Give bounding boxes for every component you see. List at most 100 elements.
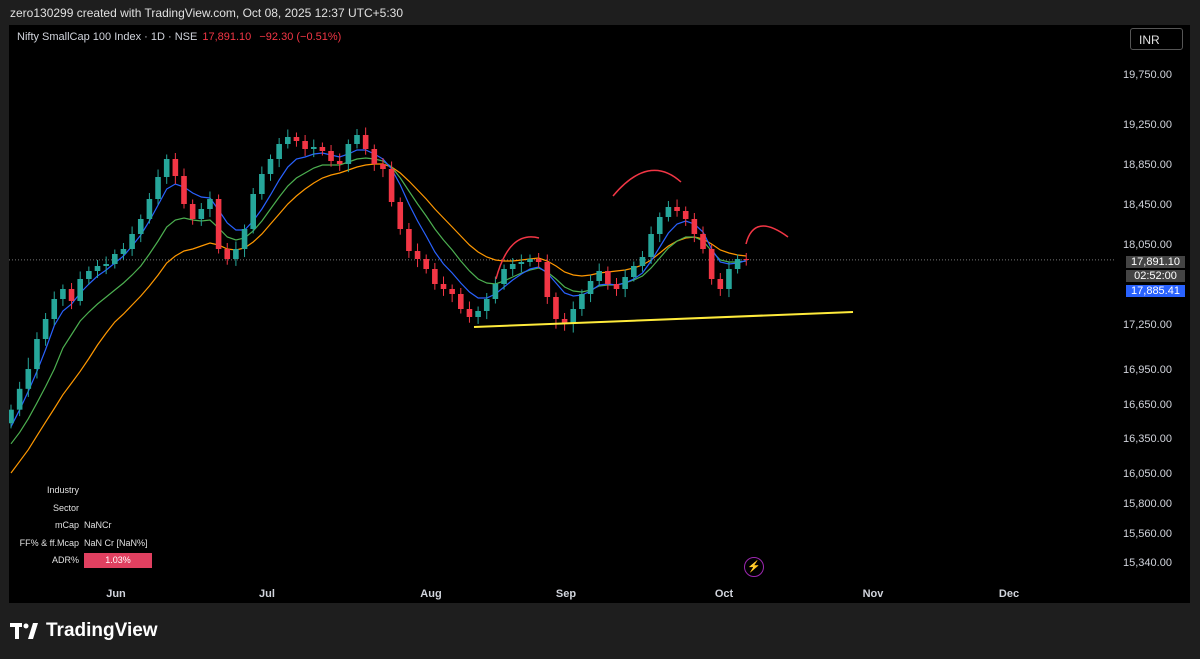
price-tick-label: 15,560.00 xyxy=(1123,528,1172,540)
candle-body xyxy=(440,284,447,289)
candle-body xyxy=(553,297,559,319)
candle-body xyxy=(466,309,473,317)
candle-body xyxy=(605,271,611,284)
price-tick-label: 17,250.00 xyxy=(1123,319,1172,331)
last-price-tag: 17,891.10 xyxy=(1126,256,1185,268)
candle-body xyxy=(354,135,360,144)
tradingview-logo-icon xyxy=(10,623,38,639)
candle-body xyxy=(449,289,455,294)
candle-body xyxy=(492,284,499,299)
candle-body xyxy=(34,339,40,369)
ff-value: NaN Cr [NaN%] xyxy=(84,538,148,548)
ma-lines xyxy=(10,149,747,474)
candle-body xyxy=(42,319,49,339)
candle-body xyxy=(596,271,602,281)
price-tick-label: 18,050.00 xyxy=(1123,239,1172,251)
price-tick-label: 15,800.00 xyxy=(1123,498,1172,510)
adr-value: 1.03% xyxy=(84,553,152,568)
candle-body xyxy=(172,159,179,176)
arc-annotation[interactable] xyxy=(612,169,682,197)
candle-body xyxy=(570,309,577,324)
price-tick-label: 19,750.00 xyxy=(1123,69,1172,81)
candle-body xyxy=(215,199,222,249)
candle-body xyxy=(25,369,32,389)
candle-body xyxy=(198,209,205,219)
candle-body xyxy=(233,249,239,259)
candle-body xyxy=(302,141,308,149)
candle-body xyxy=(103,264,109,266)
price-tick-label: 19,250.00 xyxy=(1123,119,1172,131)
candle-body xyxy=(155,177,161,199)
mcap-label: mCap xyxy=(54,520,79,530)
candle-body xyxy=(51,299,58,319)
lightning-icon[interactable]: ⚡ xyxy=(744,557,764,577)
moving-average-line xyxy=(10,157,747,445)
candle-body xyxy=(682,211,689,219)
arc-annotation[interactable] xyxy=(745,225,789,245)
candle-body xyxy=(483,299,490,311)
candle-body xyxy=(518,262,525,264)
candle-body xyxy=(587,281,594,294)
time-tick-label: Aug xyxy=(420,588,441,600)
candle-body xyxy=(388,169,395,202)
candle-body xyxy=(319,147,326,151)
candle-body xyxy=(146,199,153,219)
support-trendline[interactable] xyxy=(473,311,854,328)
candle-body xyxy=(94,266,101,271)
time-tick-label: Dec xyxy=(999,588,1019,600)
ma-price-tag: 17,885.41 xyxy=(1126,285,1185,297)
candle-body xyxy=(414,251,421,259)
candle-body xyxy=(734,259,741,269)
candle-body xyxy=(527,259,533,262)
candle-body xyxy=(397,202,404,229)
candle-body xyxy=(224,249,231,259)
price-tick-label: 18,450.00 xyxy=(1123,199,1172,211)
price-axis[interactable]: 19,750.00 19,250.00 18,850.00 18,450.00 18,0… xyxy=(1123,69,1172,569)
time-tick-label: Jul xyxy=(259,588,275,600)
candle-body xyxy=(16,388,23,410)
candle-body xyxy=(717,279,724,289)
moving-average-line xyxy=(10,149,747,427)
price-chart[interactable]: 19,750.00 19,250.00 18,850.00 18,450.00 18,0… xyxy=(9,25,1190,603)
countdown-tag: 02:52:00 xyxy=(1126,270,1185,282)
candle-body xyxy=(86,271,92,279)
candle-body xyxy=(423,259,429,269)
candle-body xyxy=(267,159,274,174)
candle-body xyxy=(648,234,654,257)
drawings[interactable] xyxy=(473,169,854,328)
candle-body xyxy=(432,269,438,284)
chart-panel[interactable]: Nifty SmallCap 100 Index · 1D · NSE 17,89… xyxy=(9,25,1190,603)
time-tick-label: Jun xyxy=(106,588,126,600)
candle-body xyxy=(68,289,75,301)
price-tick-label: 15,340.00 xyxy=(1123,557,1172,569)
candle-body xyxy=(631,266,637,277)
candle-body xyxy=(163,159,170,177)
price-tick-label: 16,350.00 xyxy=(1123,433,1172,445)
time-axis[interactable]: Jun Jul Aug Sep Oct Nov Dec xyxy=(106,588,1019,600)
mcap-value: NaNCr xyxy=(84,520,112,530)
candle-body xyxy=(362,135,369,149)
brand-name: TradingView xyxy=(46,620,158,641)
candle-body xyxy=(259,174,265,194)
candle-body xyxy=(336,161,343,164)
candle-body xyxy=(726,269,732,289)
candle-body xyxy=(458,294,464,309)
candle-body xyxy=(743,259,750,260)
candle-body xyxy=(691,219,698,234)
time-tick-label: Oct xyxy=(715,588,734,600)
candle-body xyxy=(276,144,282,159)
candle-body xyxy=(501,269,507,284)
price-tick-label: 16,950.00 xyxy=(1123,364,1172,376)
candle-body xyxy=(112,254,118,264)
candle-body xyxy=(380,164,386,169)
candle-body xyxy=(665,207,672,217)
candle-body xyxy=(579,294,585,309)
candle-body xyxy=(535,259,542,262)
price-tick-label: 18,850.00 xyxy=(1123,159,1172,171)
candle-body xyxy=(613,284,620,289)
candle-body xyxy=(622,277,628,289)
candle-body xyxy=(639,257,646,266)
candle-body xyxy=(700,234,706,249)
candle-body xyxy=(129,234,135,249)
attribution-text: zero130299 created with TradingView.com,… xyxy=(10,6,404,20)
